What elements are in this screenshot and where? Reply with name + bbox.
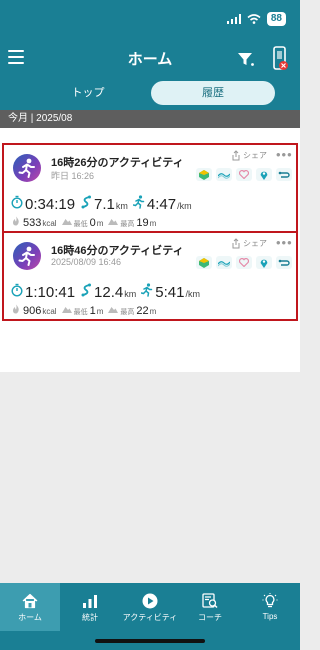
wave-icon [216,168,232,181]
data-type-indicators [196,256,292,269]
min-elevation-label: 最低 [73,221,88,228]
distance-icon [81,195,92,209]
run-icon [13,242,41,270]
activity-title: 16時26分のアクティビティ [51,157,184,169]
share-button[interactable]: シェア [231,150,267,161]
app-header: 88 ホーム トップ 履歴 [0,0,300,110]
nav-label-stats: 統計 [82,613,98,622]
duration-value: 1:10:41 [25,284,76,301]
activity-date: 2025/08/09 16:46 [51,257,122,267]
secondary-metrics: 906 kcal 最低 1 m 最高 22 m [11,304,161,317]
nav-bar: ホーム [0,40,300,78]
distance-unit: km [115,201,128,211]
elevation-max-icon [108,219,119,225]
nav-label-home: ホーム [18,613,42,622]
max-elevation-unit: m [149,219,157,228]
location-icon [256,256,272,269]
device-icon[interactable] [270,46,290,72]
max-elevation-label: 最高 [120,221,135,228]
share-icon [232,150,240,161]
pace-unit: /km [185,289,200,299]
nav-item-home[interactable]: ホーム [0,583,60,631]
secondary-metrics: 533 kcal 最低 0 m 最高 19 m [11,216,161,229]
stats-icon [83,595,97,608]
elevation-min-icon [61,219,72,225]
month-section-header: 今月 | 2025/08 [0,110,300,128]
nav-item-stats[interactable]: 統計 [60,583,120,631]
home-icon [22,593,38,609]
battery-level: 88 [266,12,286,26]
more-options-icon[interactable]: ••• [276,235,293,250]
max-elevation-label: 最高 [120,309,135,316]
min-elevation-value: 1 [89,305,96,317]
pace-runner-icon [141,283,153,297]
status-bar: 88 [0,0,300,40]
distance-value: 12.4 [94,284,124,301]
route-icon [276,168,292,181]
activity-type-icon [196,168,212,181]
pace-unit: /km [177,201,192,211]
nav-item-activity[interactable]: アクティビティ [120,583,180,631]
share-label: シェア [243,239,267,248]
run-icon [13,154,41,182]
elevation-min-icon [61,307,72,313]
heart-icon [236,256,252,269]
share-button[interactable]: シェア [231,238,267,249]
calories-value: 533 [23,217,42,229]
timer-icon [11,195,23,209]
route-icon [276,256,292,269]
empty-area [0,372,300,583]
max-elevation-value: 19 [136,217,149,229]
nav-label-coach: コーチ [198,613,222,622]
home-indicator [95,639,205,643]
min-elevation-label: 最低 [73,309,88,316]
calories-unit: kcal [42,307,57,316]
share-label: シェア [243,151,267,160]
nav-label-activity: アクティビティ [122,613,178,622]
min-elevation-unit: m [96,307,104,316]
timer-icon [11,283,23,297]
heart-icon [236,168,252,181]
min-elevation-value: 0 [89,217,96,229]
min-elevation-unit: m [96,219,104,228]
location-icon [256,168,272,181]
play-icon [142,593,158,609]
calories-unit: kcal [42,219,57,228]
main-metrics: 0:34:19 7.1 km 4:47 /km [11,195,197,213]
bulb-icon [262,593,278,608]
calorie-flame-icon [13,304,19,314]
elevation-max-icon [108,307,119,313]
pace-value: 5:41 [155,284,185,301]
activity-card[interactable]: 16時26分のアクティビティ 昨日 16:26 シェア ••• 0:34:19 … [2,143,298,233]
distance-value: 7.1 [94,196,115,213]
share-icon [232,238,240,249]
tab-top[interactable]: トップ [26,81,150,105]
nav-label-tips: Tips [262,612,278,621]
distance-icon [81,283,92,297]
nav-item-coach[interactable]: コーチ [180,583,240,631]
signal-icon [226,14,241,24]
wave-icon [216,256,232,269]
duration-value: 0:34:19 [25,196,76,213]
wifi-icon [247,14,261,24]
distance-unit: km [124,289,137,299]
activity-title: 16時46分のアクティビティ [51,245,184,257]
nav-item-tips[interactable]: Tips [240,583,300,631]
pace-runner-icon [132,195,145,209]
activity-date: 昨日 16:26 [51,171,95,181]
activity-type-icon [196,256,212,269]
max-elevation-value: 22 [136,305,149,317]
tab-history[interactable]: 履歴 [151,81,275,105]
calorie-flame-icon [13,216,19,226]
filter-icon[interactable] [236,49,256,69]
view-tabs: トップ 履歴 [0,78,300,110]
more-options-icon[interactable]: ••• [276,147,293,162]
calories-value: 906 [23,305,42,317]
data-type-indicators [196,168,292,181]
max-elevation-unit: m [149,307,157,316]
main-metrics: 1:10:41 12.4 km 5:41 /km [11,283,205,301]
activity-card[interactable]: 16時46分のアクティビティ 2025/08/09 16:46 シェア ••• … [2,231,298,321]
coach-icon [202,593,218,609]
pace-value: 4:47 [146,196,177,213]
